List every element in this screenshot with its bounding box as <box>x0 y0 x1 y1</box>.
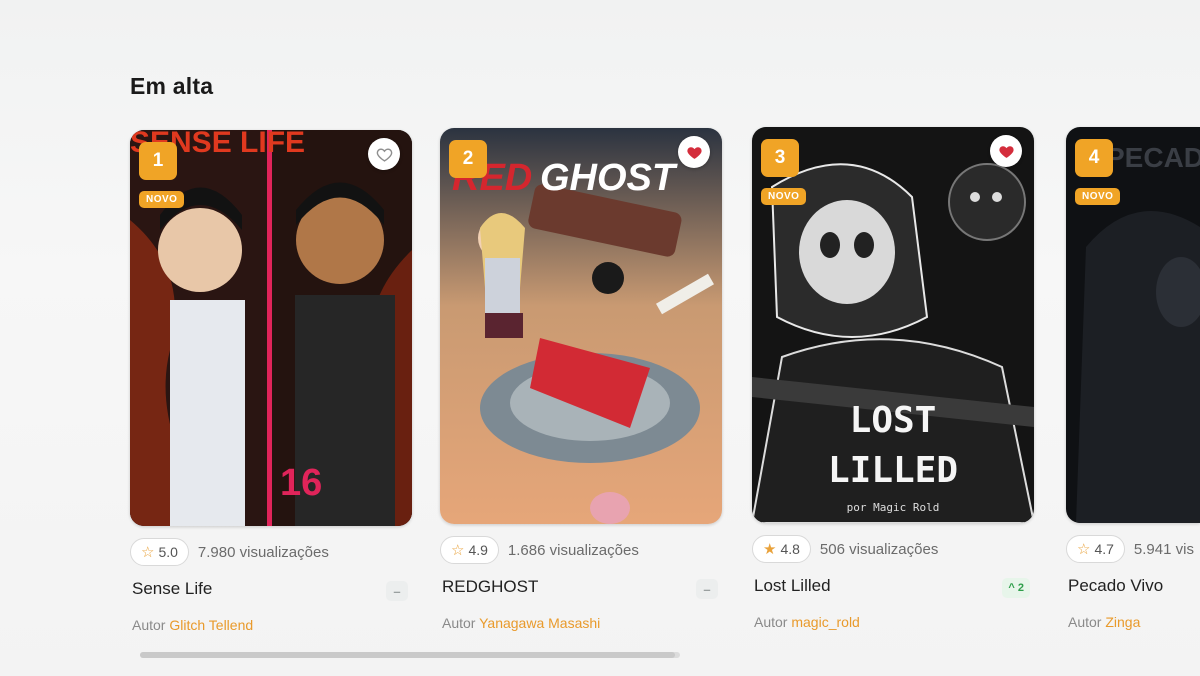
trend-indicator: – <box>386 581 408 601</box>
rating-value: 4.9 <box>468 542 488 558</box>
comic-title[interactable]: Pecado Vivo <box>1068 576 1163 596</box>
scrollbar-thumb[interactable] <box>140 652 675 658</box>
author-line: Autor Yanagawa Masashi <box>442 615 600 631</box>
comic-card-3[interactable]: LOST LILLED por Magic Rold 3 NOVO ★ 4.8 … <box>752 127 1034 630</box>
view-count: 1.686 visualizações <box>507 541 639 559</box>
cover-art: LOST LILLED por Magic Rold <box>752 127 1034 523</box>
star-filled-icon: ★ <box>763 540 777 558</box>
rating-value: 4.7 <box>1094 541 1114 557</box>
author-line: Autor magic_rold <box>754 614 860 630</box>
author-label: Autor <box>442 615 476 631</box>
trend-up-indicator: ^ 2 <box>1002 578 1030 598</box>
heart-outline-icon <box>376 147 392 162</box>
favorite-button[interactable] <box>368 138 400 170</box>
author-link[interactable]: Yanagawa Masashi <box>479 615 600 631</box>
cover-image[interactable]: LOST LILLED por Magic Rold 3 NOVO <box>752 127 1034 523</box>
horizontal-scrollbar[interactable] <box>140 652 680 658</box>
rank-badge: 2 <box>449 140 487 178</box>
view-count: 5.941 vis <box>1133 540 1194 558</box>
cover-image[interactable]: SENSE LIFE 16 1 NOVO <box>130 130 412 526</box>
favorite-button[interactable] <box>990 135 1022 167</box>
rating-value: 4.8 <box>780 541 800 557</box>
star-outline-icon: ☆ <box>141 543 155 561</box>
author-label: Autor <box>754 614 788 630</box>
new-badge: NOVO <box>139 191 185 208</box>
comic-card-1[interactable]: SENSE LIFE 16 1 NOVO ☆ 5.0 7.980 visuali… <box>130 130 412 633</box>
cover-title-white: GHOST <box>540 157 678 199</box>
view-count: 7.980 visualizações <box>197 543 329 561</box>
comic-title[interactable]: Lost Lilled <box>754 576 831 596</box>
author-label: Autor <box>132 617 166 633</box>
comic-card-4[interactable]: PECADO 4 NOVO ☆ 4.7 5.941 vis Pecado Viv… <box>1066 127 1200 630</box>
author-line: Autor Zinga <box>1068 614 1140 630</box>
trend-indicator: – <box>696 579 718 599</box>
favorite-button[interactable] <box>678 136 710 168</box>
view-count: 506 visualizações <box>819 540 939 558</box>
cover-image[interactable]: RED GHOST 2 <box>440 128 722 524</box>
heart-filled-icon <box>686 146 702 159</box>
rank-badge: 1 <box>139 142 177 180</box>
heart-filled-icon <box>998 145 1014 158</box>
comic-title[interactable]: REDGHOST <box>442 577 538 597</box>
rating-pill: ★ 4.8 <box>752 535 811 563</box>
author-link[interactable]: Zinga <box>1105 614 1140 630</box>
rank-badge: 3 <box>761 139 799 177</box>
cover-byline: por Magic Rold <box>847 501 940 514</box>
comic-title[interactable]: Sense Life <box>132 579 212 599</box>
star-outline-icon: ☆ <box>451 541 465 559</box>
comic-card-2[interactable]: RED GHOST 2 ☆ 4.9 1.686 visualizações RE… <box>440 128 722 631</box>
cover-art: SENSE LIFE 16 <box>130 130 412 526</box>
rating-pill: ☆ 4.7 <box>1066 535 1125 563</box>
cover-volume-number: 16 <box>280 462 322 504</box>
new-badge: NOVO <box>761 188 807 205</box>
author-link[interactable]: magic_rold <box>791 614 859 630</box>
cover-title: PECADO <box>1106 142 1200 173</box>
rank-badge: 4 <box>1075 139 1113 177</box>
cover-title-line2: LILLED <box>828 450 958 491</box>
star-outline-icon: ☆ <box>1077 540 1091 558</box>
rating-pill: ☆ 5.0 <box>130 538 189 566</box>
author-label: Autor <box>1068 614 1102 630</box>
new-badge: NOVO <box>1075 188 1121 205</box>
cover-image[interactable]: PECADO 4 NOVO <box>1066 127 1200 523</box>
cover-title-line1: LOST <box>850 400 937 441</box>
cover-art: RED GHOST <box>440 128 722 524</box>
author-line: Autor Glitch Tellend <box>132 617 253 633</box>
author-link[interactable]: Glitch Tellend <box>169 617 253 633</box>
rating-value: 5.0 <box>158 544 178 560</box>
cover-art: PECADO <box>1066 127 1200 523</box>
section-title: Em alta <box>130 73 214 99</box>
rating-pill: ☆ 4.9 <box>440 536 499 564</box>
